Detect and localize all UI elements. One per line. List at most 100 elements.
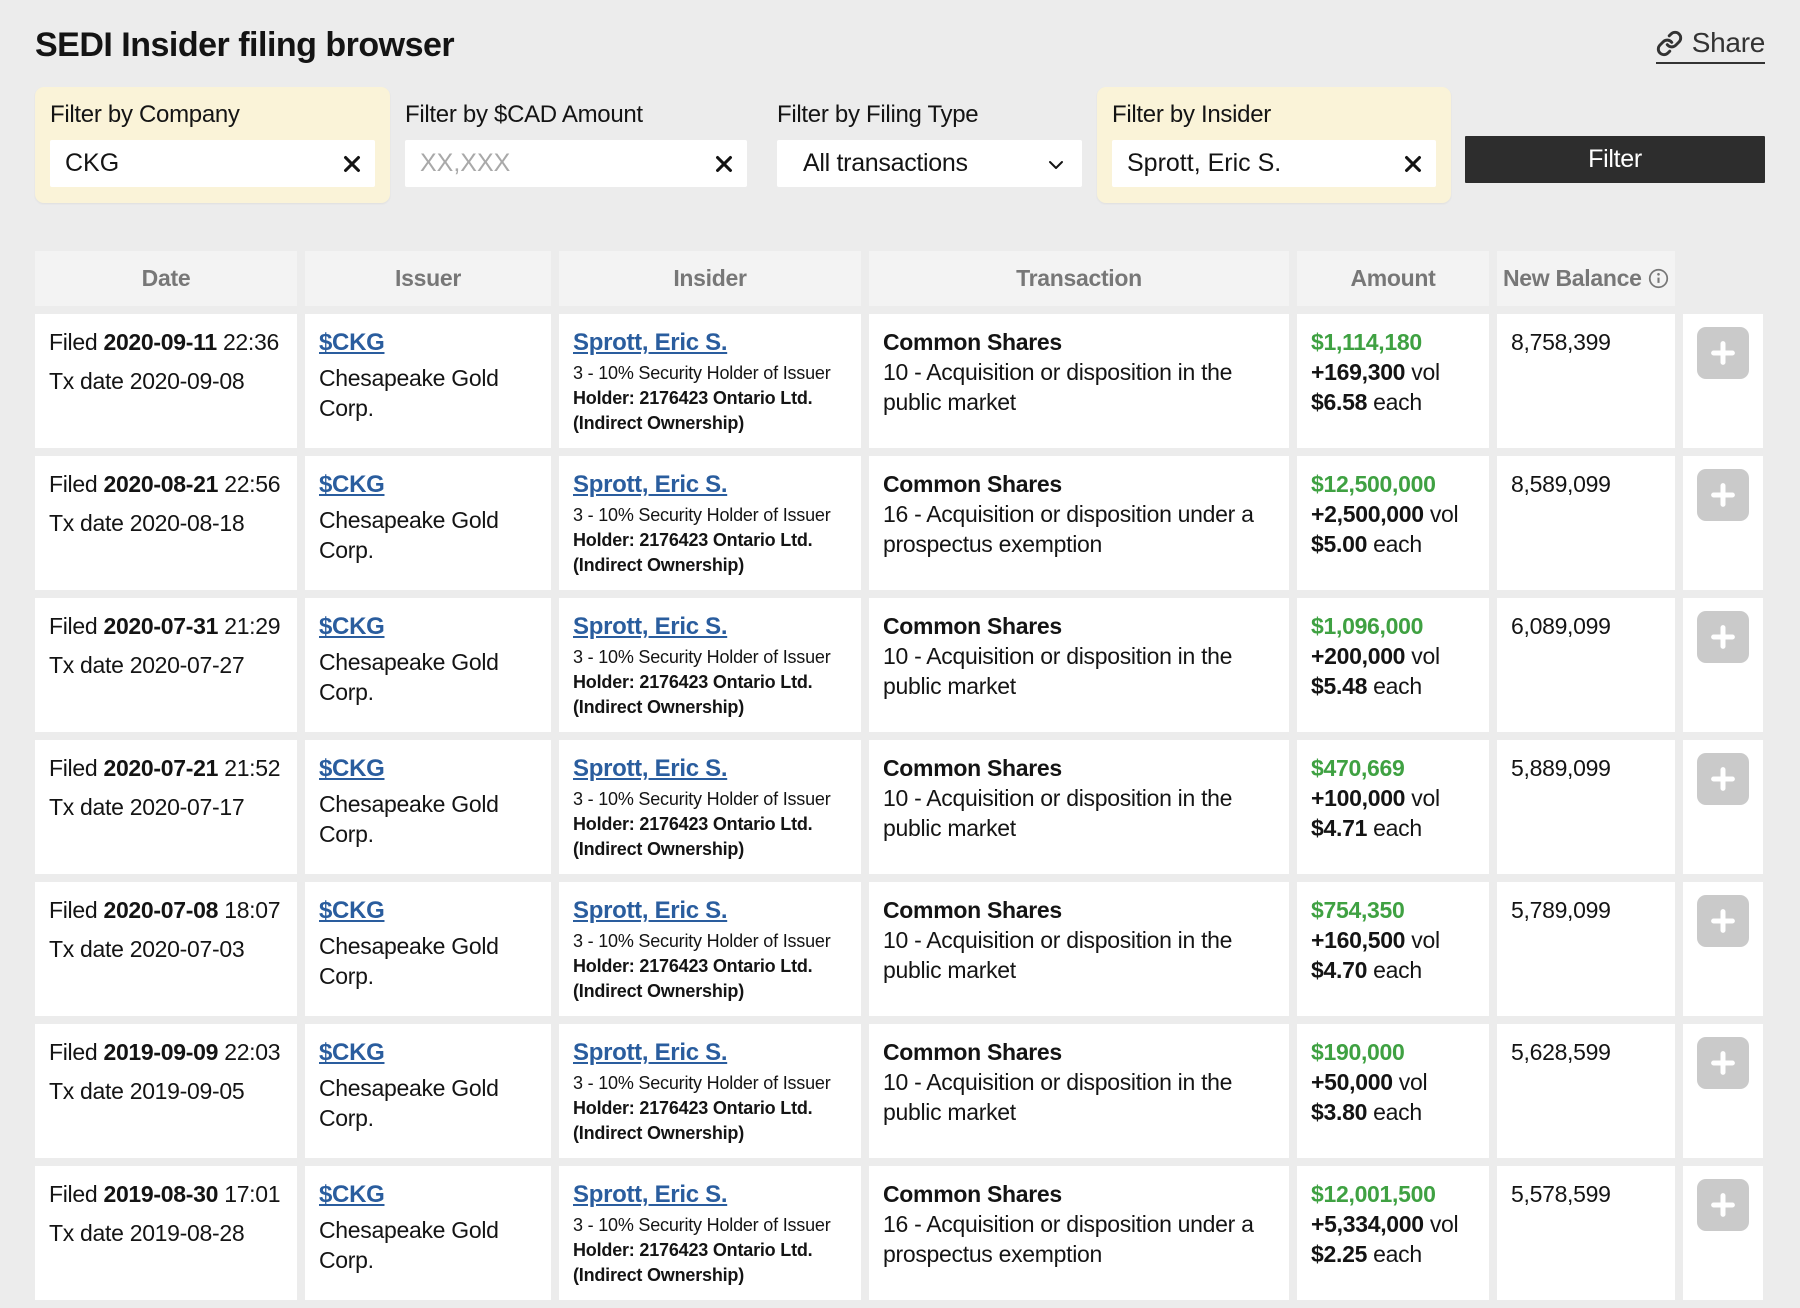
table-row: Filed 2020-07-31 21:29 Tx date 2020-07-2… (35, 598, 1763, 732)
filings-table: Date Issuer Insider Transaction Amount N… (27, 243, 1771, 1308)
company-filter-input[interactable] (50, 140, 375, 187)
filed-date-line: Filed 2020-07-31 21:29 (49, 611, 283, 641)
amount-price-line: $5.48 each (1311, 671, 1475, 701)
amount-filter-input[interactable] (405, 140, 747, 187)
issuer-ticker-link[interactable]: $CKG (319, 613, 384, 640)
issuer-ticker-link[interactable]: $CKG (319, 329, 384, 356)
filter-group-company: Filter by Company (35, 87, 390, 203)
filing-type-select[interactable]: All transactions (777, 140, 1082, 187)
expand-row-button[interactable] (1697, 611, 1749, 663)
insider-role: 3 - 10% Security Holder of Issuer (573, 1072, 847, 1095)
date-cell: Filed 2020-09-11 22:36 Tx date 2020-09-0… (35, 314, 297, 448)
table-row: Filed 2019-09-09 22:03 Tx date 2019-09-0… (35, 1024, 1763, 1158)
clear-company-filter-button[interactable] (335, 147, 369, 181)
col-header-issuer: Issuer (305, 251, 551, 306)
new-balance-cell: 5,628,599 (1497, 1024, 1675, 1158)
transaction-cell: Common Shares 16 - Acquisition or dispos… (869, 1166, 1289, 1300)
insider-cell: Sprott, Eric S. 3 - 10% Security Holder … (559, 456, 861, 590)
amount-price-line: $4.71 each (1311, 813, 1475, 843)
transaction-cell: Common Shares 10 - Acquisition or dispos… (869, 314, 1289, 448)
insider-role: 3 - 10% Security Holder of Issuer (573, 788, 847, 811)
insider-holder: Holder: 2176423 Ontario Ltd. (573, 813, 847, 836)
amount-total: $754,350 (1311, 895, 1475, 925)
security-name: Common Shares (883, 753, 1275, 783)
amount-total: $470,669 (1311, 753, 1475, 783)
amount-volume-line: +169,300 vol (1311, 357, 1475, 387)
transaction-cell: Common Shares 10 - Acquisition or dispos… (869, 740, 1289, 874)
security-name: Common Shares (883, 327, 1275, 357)
tx-date-line: Tx date 2020-08-18 (49, 508, 283, 538)
transaction-type: 10 - Acquisition or disposition in the p… (883, 783, 1275, 843)
filter-group-amount: Filter by $CAD Amount (390, 87, 762, 203)
amount-cell: $190,000 +50,000 vol $3.80 each (1297, 1024, 1489, 1158)
insider-cell: Sprott, Eric S. 3 - 10% Security Holder … (559, 740, 861, 874)
insider-holder: Holder: 2176423 Ontario Ltd. (573, 387, 847, 410)
clear-amount-filter-button[interactable] (707, 147, 741, 181)
insider-role: 3 - 10% Security Holder of Issuer (573, 362, 847, 385)
clear-insider-filter-button[interactable] (1396, 147, 1430, 181)
plus-icon (1708, 764, 1738, 794)
amount-volume-line: +100,000 vol (1311, 783, 1475, 813)
clear-x-icon (341, 153, 363, 175)
table-row: Filed 2020-09-11 22:36 Tx date 2020-09-0… (35, 314, 1763, 448)
issuer-ticker-link[interactable]: $CKG (319, 1181, 384, 1208)
insider-name-link[interactable]: Sprott, Eric S. (573, 1181, 727, 1208)
insider-name-link[interactable]: Sprott, Eric S. (573, 755, 727, 782)
insider-role: 3 - 10% Security Holder of Issuer (573, 1214, 847, 1237)
expand-row-button[interactable] (1697, 895, 1749, 947)
amount-volume-line: +50,000 vol (1311, 1067, 1475, 1097)
insider-name-link[interactable]: Sprott, Eric S. (573, 329, 727, 356)
filed-date-line: Filed 2020-07-08 18:07 (49, 895, 283, 925)
actions-cell (1683, 314, 1763, 448)
new-balance-cell: 5,578,599 (1497, 1166, 1675, 1300)
amount-price-line: $6.58 each (1311, 387, 1475, 417)
issuer-cell: $CKG Chesapeake Gold Corp. (305, 456, 551, 590)
expand-row-button[interactable] (1697, 469, 1749, 521)
transaction-type: 16 - Acquisition or disposition under a … (883, 499, 1275, 559)
expand-row-button[interactable] (1697, 1037, 1749, 1089)
col-header-date: Date (35, 251, 297, 306)
issuer-name: Chesapeake Gold Corp. (319, 789, 537, 849)
insider-name-link[interactable]: Sprott, Eric S. (573, 1039, 727, 1066)
insider-ownership: (Indirect Ownership) (573, 1264, 847, 1287)
transaction-type: 10 - Acquisition or disposition in the p… (883, 925, 1275, 985)
transaction-type: 10 - Acquisition or disposition in the p… (883, 357, 1275, 417)
insider-ownership: (Indirect Ownership) (573, 554, 847, 577)
issuer-ticker-link[interactable]: $CKG (319, 755, 384, 782)
filed-date-line: Filed 2020-08-21 22:56 (49, 469, 283, 499)
insider-name-link[interactable]: Sprott, Eric S. (573, 471, 727, 498)
insider-name-link[interactable]: Sprott, Eric S. (573, 897, 727, 924)
plus-icon (1708, 906, 1738, 936)
insider-name-link[interactable]: Sprott, Eric S. (573, 613, 727, 640)
issuer-ticker-link[interactable]: $CKG (319, 471, 384, 498)
security-name: Common Shares (883, 1179, 1275, 1209)
filter-company-label: Filter by Company (50, 101, 375, 129)
actions-cell (1683, 456, 1763, 590)
filter-group-insider: Filter by Insider (1097, 87, 1451, 203)
insider-ownership: (Indirect Ownership) (573, 1122, 847, 1145)
transaction-cell: Common Shares 10 - Acquisition or dispos… (869, 1024, 1289, 1158)
info-icon[interactable] (1648, 268, 1669, 289)
actions-cell (1683, 1024, 1763, 1158)
share-link[interactable]: Share (1656, 27, 1765, 64)
transaction-cell: Common Shares 10 - Acquisition or dispos… (869, 882, 1289, 1016)
col-header-transaction: Transaction (869, 251, 1289, 306)
plus-icon (1708, 1190, 1738, 1220)
expand-row-button[interactable] (1697, 1179, 1749, 1231)
amount-cell: $470,669 +100,000 vol $4.71 each (1297, 740, 1489, 874)
issuer-ticker-link[interactable]: $CKG (319, 1039, 384, 1066)
page: SEDI Insider filing browser Share Filter… (0, 0, 1800, 1308)
date-cell: Filed 2020-07-08 18:07 Tx date 2020-07-0… (35, 882, 297, 1016)
issuer-cell: $CKG Chesapeake Gold Corp. (305, 882, 551, 1016)
filter-submit-button[interactable]: Filter (1465, 136, 1765, 183)
expand-row-button[interactable] (1697, 327, 1749, 379)
plus-icon (1708, 480, 1738, 510)
new-balance-value: 5,789,099 (1511, 895, 1661, 925)
expand-row-button[interactable] (1697, 753, 1749, 805)
issuer-name: Chesapeake Gold Corp. (319, 1073, 537, 1133)
issuer-cell: $CKG Chesapeake Gold Corp. (305, 740, 551, 874)
insider-filter-input[interactable] (1112, 140, 1436, 187)
issuer-ticker-link[interactable]: $CKG (319, 897, 384, 924)
new-balance-cell: 8,758,399 (1497, 314, 1675, 448)
issuer-name: Chesapeake Gold Corp. (319, 505, 537, 565)
